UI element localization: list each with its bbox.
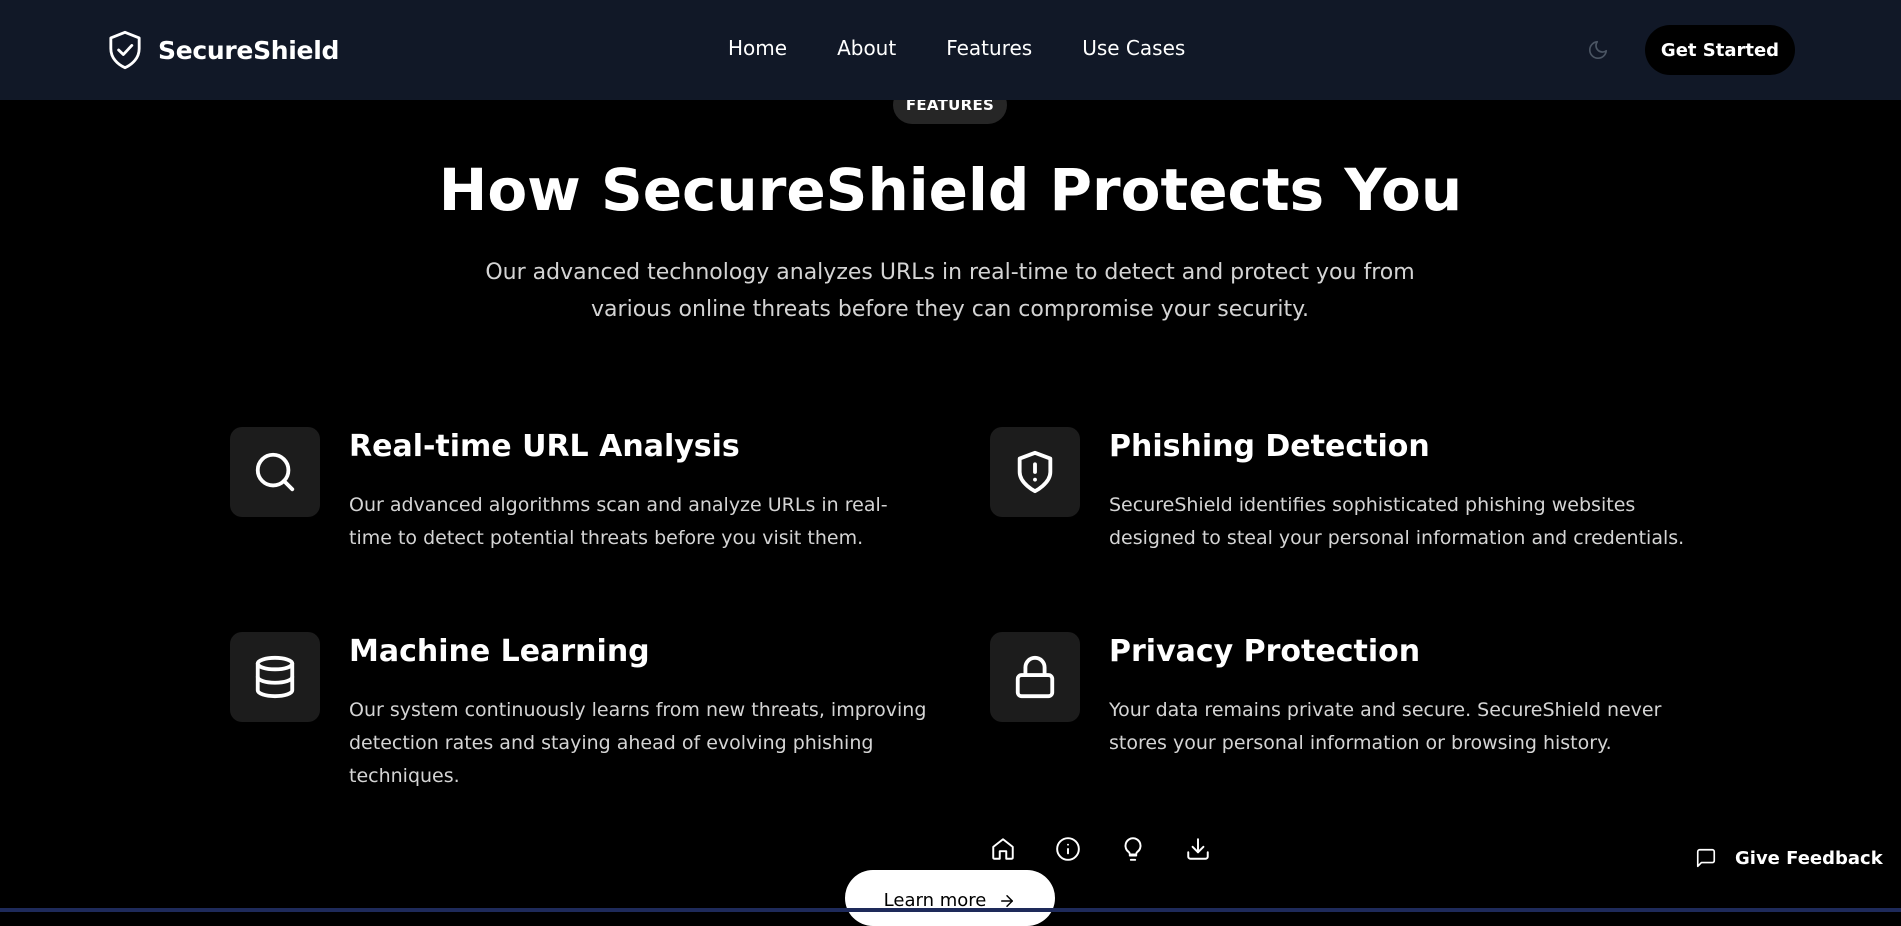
bottom-border [0,908,1901,912]
feature-icon-box [990,632,1080,722]
section-subtitle: Our advanced technology analyzes URLs in… [485,260,1415,322]
feature-icon-box [990,427,1080,517]
feature-description: SecureShield identifies sophisticated ph… [1109,494,1685,549]
info-icon[interactable] [1055,836,1081,862]
main-nav: Home About Features Use Cases [728,36,1185,60]
feature-title: Privacy Protection [1109,634,1421,669]
nav-home[interactable]: Home [728,36,787,60]
nav-use-cases[interactable]: Use Cases [1082,36,1185,60]
feature-description: Your data remains private and secure. Se… [1109,699,1662,754]
lock-icon [1015,655,1055,699]
feature-title: Real-time URL Analysis [349,429,740,464]
moon-icon[interactable] [1587,39,1609,61]
brand-name: SecureShield [158,35,340,65]
get-started-button[interactable]: Get Started [1645,25,1795,75]
brand-logo[interactable]: SecureShield [108,29,339,71]
search-icon [255,452,295,492]
feature-title: Phishing Detection [1109,429,1430,464]
lightbulb-icon[interactable] [1120,836,1146,862]
section-title: How SecureShield Protects You [438,156,1463,224]
feature-icon-box [230,427,320,517]
feature-title: Machine Learning [349,634,650,669]
site-header: SecureShield Home About Features Use Cas… [0,0,1901,100]
give-feedback-button[interactable]: Give Feedback [1695,847,1883,869]
home-icon[interactable] [990,836,1016,862]
feature-icon-box [230,632,320,722]
database-icon [255,655,295,699]
give-feedback-label: Give Feedback [1735,847,1883,869]
message-square-icon [1696,848,1716,868]
shield-check-icon [109,30,141,70]
feature-description: Our advanced algorithms scan and analyze… [349,494,888,549]
nav-features[interactable]: Features [946,36,1032,60]
learn-more-button[interactable]: Learn more [845,870,1055,926]
download-icon[interactable] [1185,836,1211,862]
feature-description: Our system continuously learns from new … [349,699,927,787]
nav-about[interactable]: About [837,36,896,60]
shield-alert-icon [1017,450,1053,494]
